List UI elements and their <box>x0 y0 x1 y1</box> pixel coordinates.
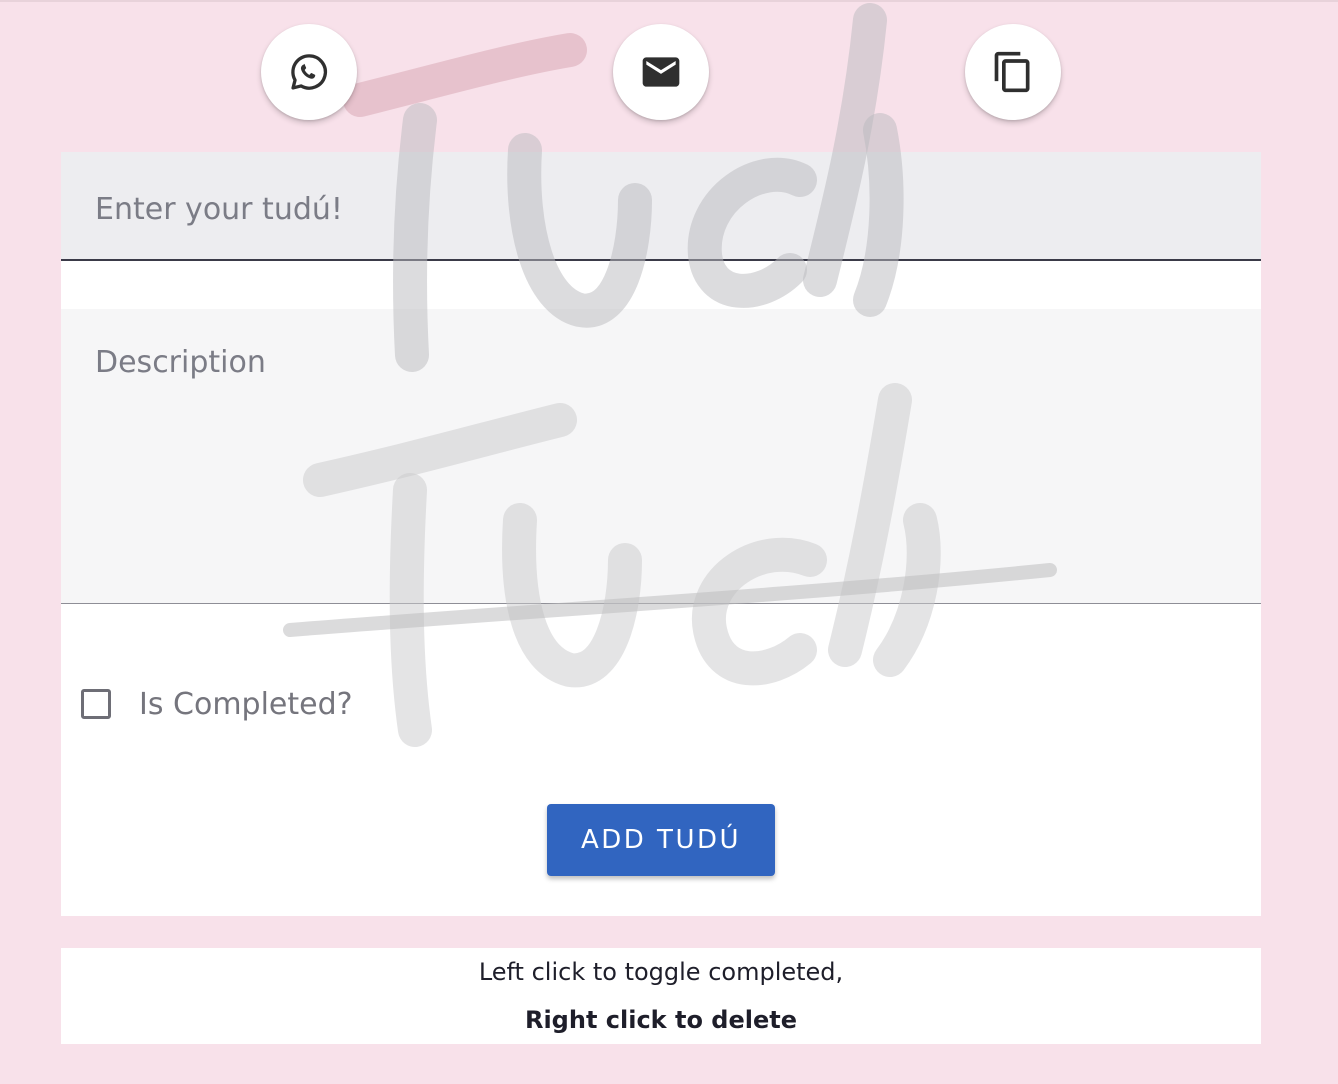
is-completed-label: Is Completed? <box>139 686 353 722</box>
title-field[interactable] <box>61 152 1261 261</box>
email-share-button[interactable] <box>613 24 709 120</box>
top-divider <box>0 0 1338 2</box>
whatsapp-share-button[interactable] <box>261 24 357 120</box>
description-input[interactable] <box>93 343 1227 577</box>
title-input[interactable] <box>93 182 1227 236</box>
is-completed-toggle[interactable]: Is Completed? <box>81 678 353 730</box>
whatsapp-icon <box>291 54 328 90</box>
add-tudu-button[interactable]: ADD TUDÚ <box>547 804 775 876</box>
add-tudu-form: Is Completed? ADD TUDÚ <box>61 152 1261 916</box>
is-completed-checkbox[interactable] <box>81 689 111 719</box>
copy-icon <box>994 51 1030 93</box>
email-icon <box>642 57 680 87</box>
hint-delete-text: Right click to delete <box>524 1006 798 1034</box>
copy-button[interactable] <box>965 24 1061 120</box>
hint-toggle-text: Left click to toggle completed, <box>478 958 844 986</box>
usage-hint: Left click to toggle completed, Right cl… <box>61 948 1261 1044</box>
description-field[interactable] <box>61 309 1261 604</box>
